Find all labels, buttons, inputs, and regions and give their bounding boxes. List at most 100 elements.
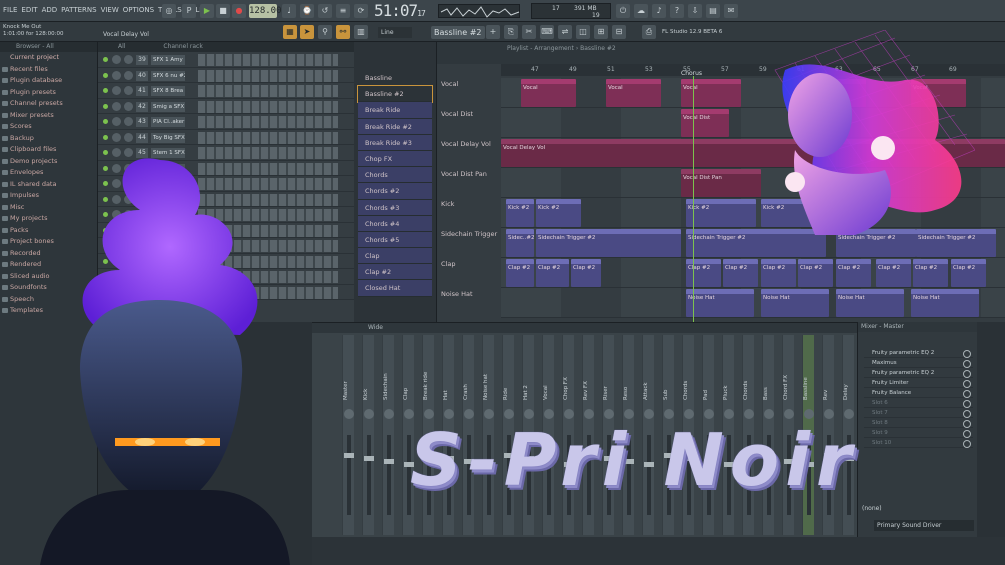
snap-selector[interactable]: Line xyxy=(378,27,412,38)
channel-row[interactable]: 42 Smig a SFX xyxy=(98,99,354,114)
browser-item[interactable]: Plugin database xyxy=(0,75,97,87)
channel-rack-filter[interactable]: All xyxy=(118,43,125,50)
save-icon[interactable]: ⎙ xyxy=(642,25,656,39)
metronome-icon[interactable]: ♩ xyxy=(282,4,296,18)
channel-rack-toggle-icon[interactable]: ⚯ xyxy=(336,25,350,39)
picker-item[interactable]: Chords #4 xyxy=(358,215,432,232)
mixer-toggle-icon[interactable]: ▥ xyxy=(354,25,368,39)
picker-item[interactable]: Break Ride #2 xyxy=(358,118,432,135)
channel-mixer-track[interactable]: 39 xyxy=(136,55,148,65)
insert-fader-cap[interactable] xyxy=(364,456,374,461)
channel-name-button[interactable]: PIA Cl..aker xyxy=(151,117,185,127)
stop-icon[interactable]: ■ xyxy=(216,4,230,18)
channel-pan-knob[interactable] xyxy=(112,86,121,95)
picker-item[interactable]: Chords xyxy=(358,167,432,184)
playlist-clip[interactable]: Clap #2 xyxy=(536,259,569,287)
menu-edit[interactable]: EDIT xyxy=(21,6,37,14)
channel-mixer-track[interactable]: 42 xyxy=(136,101,148,112)
channel-name-button[interactable]: SFX 6 nu #2 xyxy=(151,70,185,81)
playlist-clip[interactable]: Vocal xyxy=(521,79,576,107)
play-icon[interactable]: ▶ xyxy=(200,4,214,18)
menu-options[interactable]: OPTIONS xyxy=(123,6,154,14)
channel-mixer-track[interactable]: 43 xyxy=(136,117,148,127)
add-pattern-icon[interactable]: + xyxy=(486,25,500,39)
clone-pattern-icon[interactable]: ⎘ xyxy=(504,25,518,39)
playlist-clip[interactable]: Noise Hat xyxy=(911,289,979,317)
picker-item[interactable]: Chords #2 xyxy=(358,183,432,200)
channel-mute-led[interactable] xyxy=(103,119,108,124)
track-label[interactable]: Noise Hat xyxy=(441,290,501,298)
channel-name-button[interactable]: Toy Big SFX xyxy=(151,132,185,143)
channel-mute-led[interactable] xyxy=(103,103,108,109)
playlist-clip[interactable]: Clap #2 xyxy=(876,259,911,287)
export-icon[interactable]: ⇩ xyxy=(688,4,702,18)
playlist-clip[interactable]: Kick #2 xyxy=(536,199,581,227)
channel-mute-led[interactable] xyxy=(103,72,108,78)
picker-item[interactable]: Clap xyxy=(358,248,432,265)
channel-row[interactable]: 43 PIA Cl..aker xyxy=(98,114,354,130)
track-label[interactable]: Vocal Delay Vol xyxy=(441,140,501,148)
channel-step-grid[interactable] xyxy=(198,116,338,128)
channel-name-button[interactable]: SFX 8 Brea xyxy=(151,86,185,96)
playlist-clip[interactable]: Clap #2 xyxy=(951,259,986,287)
channel-volume-knob[interactable] xyxy=(124,55,133,64)
mixer-insert[interactable]: Master xyxy=(342,335,354,535)
help-icon[interactable]: ? xyxy=(670,4,684,18)
hint-toggle-icon[interactable]: ◎ xyxy=(162,4,176,18)
fx-slot[interactable]: Fruity Balance xyxy=(864,388,973,398)
picker-item[interactable]: Break Ride xyxy=(358,102,432,119)
touch-controller-icon[interactable]: ⊞ xyxy=(594,25,608,39)
playlist-toggle-icon[interactable]: ▦ xyxy=(283,25,297,39)
playlist-clip[interactable]: Vocal Dist xyxy=(681,109,729,137)
mic-icon[interactable]: ♪ xyxy=(652,4,666,18)
output-driver[interactable]: Primary Sound Driver xyxy=(874,520,974,531)
playlist-clip[interactable]: Sidechain Trigger #2 xyxy=(536,229,681,257)
fx-slot[interactable]: Maximus xyxy=(864,358,973,368)
loop-record-icon[interactable]: ⟳ xyxy=(354,4,368,18)
channel-pan-knob[interactable] xyxy=(112,55,121,64)
channel-row[interactable]: 41 SFX 8 Brea xyxy=(98,83,354,99)
browser-header[interactable]: Browser - All xyxy=(0,42,97,52)
insert-fader-track[interactable] xyxy=(364,435,374,515)
menu-view[interactable]: VIEW xyxy=(101,6,119,14)
playlist-clip[interactable]: Clap #2 xyxy=(836,259,871,287)
channel-mixer-track[interactable]: 44 xyxy=(136,132,148,143)
piano-roll-toggle-icon[interactable]: ➤ xyxy=(300,25,314,39)
channel-row[interactable]: 40 SFX 6 nu #2 xyxy=(98,68,354,83)
picker-item[interactable]: Clap #2 xyxy=(358,264,432,281)
channel-volume-knob[interactable] xyxy=(124,132,133,142)
channel-row[interactable]: 44 Toy Big SFX xyxy=(98,130,354,145)
channel-row[interactable]: 39 SFX 1 Amy xyxy=(98,52,354,68)
playlist-clip[interactable]: Clap #2 xyxy=(798,259,833,287)
menu-add[interactable]: ADD xyxy=(42,6,58,14)
track-label[interactable]: Vocal Dist xyxy=(441,110,501,118)
playlist-clip[interactable]: Clap #2 xyxy=(761,259,796,287)
menu-patterns[interactable]: PATTERNS xyxy=(61,6,96,14)
insert-fader-track[interactable] xyxy=(344,435,354,515)
fx-slot[interactable]: Fruity parametric EQ 2 xyxy=(864,368,973,378)
channel-mixer-track[interactable]: 41 xyxy=(136,86,148,96)
insert-pan-knob[interactable] xyxy=(364,409,374,419)
picker-item[interactable]: Break Ride #3 xyxy=(358,134,432,151)
playlist-clip[interactable]: Sidec..#2 xyxy=(506,229,534,257)
power-icon[interactable]: ⏻ xyxy=(616,4,630,18)
record-icon[interactable]: ● xyxy=(232,4,246,18)
playlist-clip[interactable]: Clap #2 xyxy=(571,259,601,287)
browser-item[interactable]: Backup xyxy=(0,133,97,145)
tempo-tap-icon[interactable]: ⊟ xyxy=(612,25,626,39)
typing-keyboard-icon[interactable]: ⌨ xyxy=(540,25,554,39)
playlist-clip[interactable]: Clap #2 xyxy=(506,259,534,287)
playlist-clip[interactable]: Clap #2 xyxy=(913,259,948,287)
browser-item[interactable]: Recent files xyxy=(0,64,97,76)
picker-item[interactable]: Chords #5 xyxy=(358,231,432,249)
pat-song-switch[interactable]: P xyxy=(182,4,196,18)
tempo-display[interactable]: 128.000 xyxy=(249,4,287,18)
channel-pan-knob[interactable] xyxy=(112,132,121,142)
insert-pan-knob[interactable] xyxy=(344,409,354,419)
browser-item[interactable]: Mixer presets xyxy=(0,110,97,122)
channel-step-grid[interactable] xyxy=(198,54,338,66)
playlist-clip[interactable]: Noise Hat xyxy=(686,289,754,317)
channel-pan-knob[interactable] xyxy=(112,101,121,111)
fx-slot[interactable]: Fruity Limiter xyxy=(864,378,973,388)
plugin-picker-icon[interactable]: ◫ xyxy=(576,25,590,39)
